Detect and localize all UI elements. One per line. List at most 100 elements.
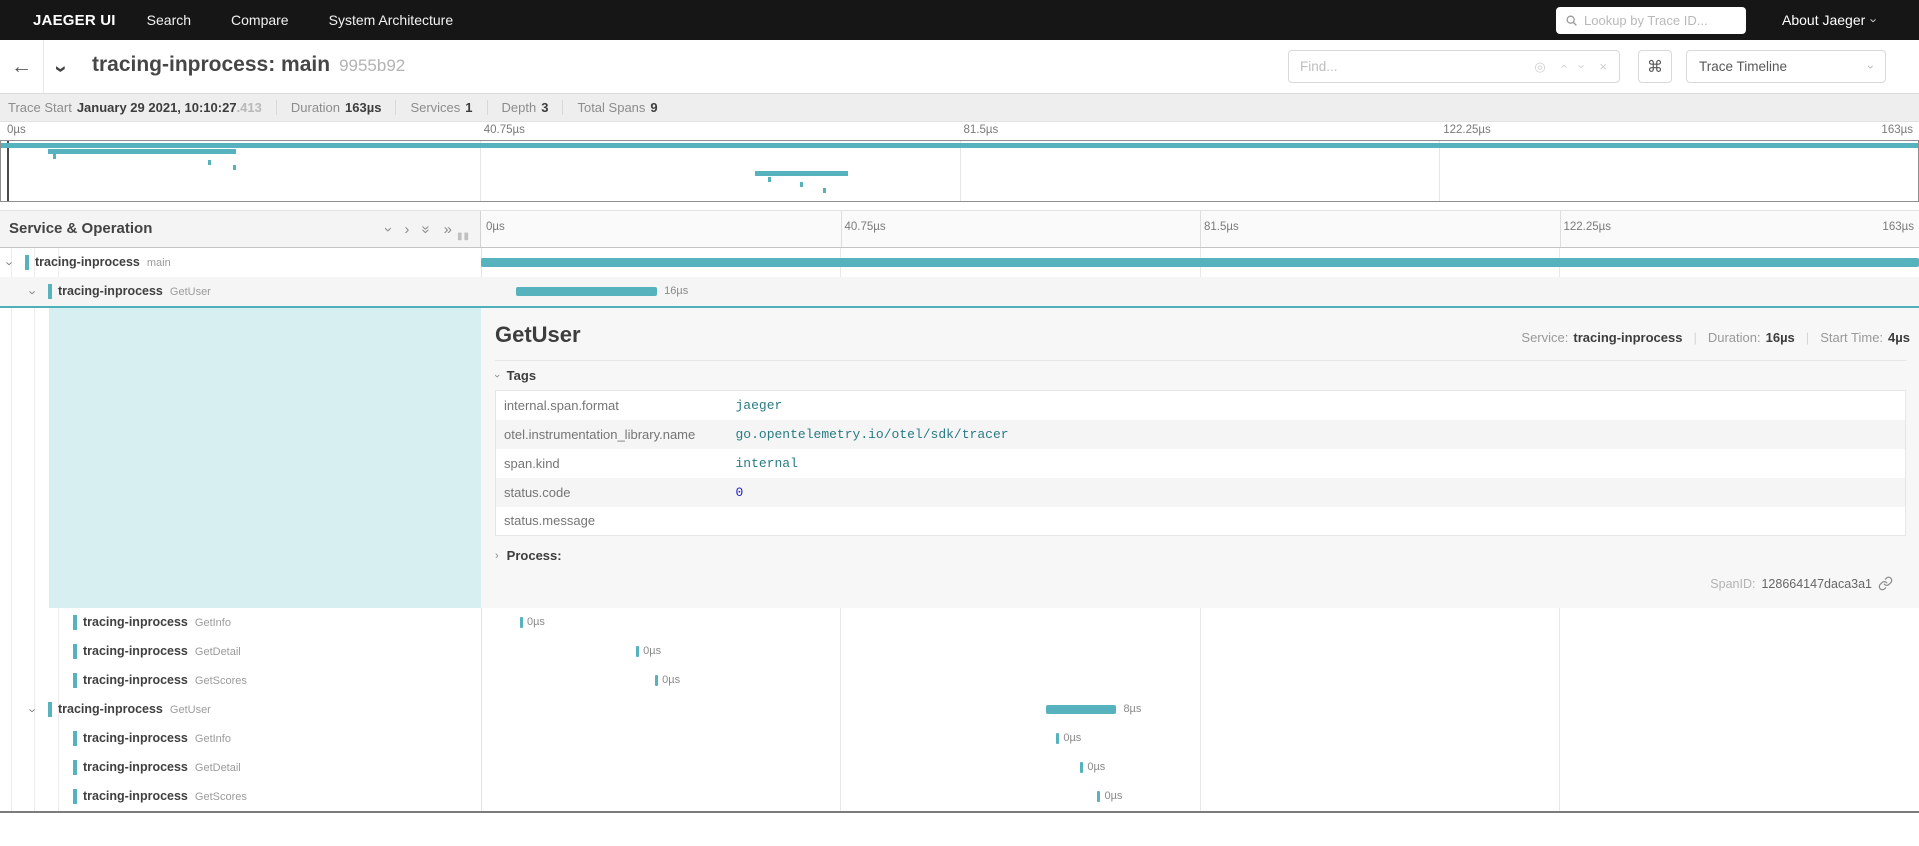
- span-duration-tick[interactable]: [1097, 791, 1100, 802]
- span-row[interactable]: tracing-inprocessGetInfo0µs: [0, 724, 1919, 753]
- axis-tick-label: 122.25µs: [1443, 124, 1491, 136]
- meta-total-spans: Total Spans9: [562, 100, 671, 115]
- span-bar-area: 0µs: [481, 782, 1919, 811]
- trace-view-select[interactable]: Trace Timeline ›: [1686, 50, 1886, 83]
- span-bar-area: 8µs: [481, 695, 1919, 724]
- clear-find-icon[interactable]: ×: [1599, 60, 1607, 73]
- tag-row[interactable]: otel.instrumentation_library.namego.open…: [496, 420, 1906, 449]
- span-color-bar: [48, 702, 52, 717]
- span-duration-tick[interactable]: [1080, 762, 1083, 773]
- minimap-span: [755, 171, 848, 176]
- span-row[interactable]: tracing-inprocessGetDetail0µs: [0, 637, 1919, 666]
- expand-all-icon[interactable]: »: [444, 222, 452, 237]
- tags-section-header[interactable]: › Tags: [495, 368, 536, 383]
- span-operation-name: GetDetail: [195, 646, 241, 658]
- span-color-bar: [73, 731, 77, 746]
- trace-page-header: ← › tracing-inprocess: main9955b92 ◎ › ›…: [0, 40, 1919, 93]
- span-detail-body: GetUser Service:tracing-inprocess | Dura…: [481, 308, 1919, 608]
- span-row[interactable]: tracing-inprocessGetScores0µs: [0, 782, 1919, 811]
- minimap-span: [53, 154, 56, 159]
- minimap-axis: 0µs40.75µs81.5µs122.25µs163µs: [0, 122, 1919, 140]
- span-bar-area: 0µs: [481, 724, 1919, 753]
- find-input[interactable]: [1289, 59, 1522, 74]
- trace-toolbar: ◎ › › × ⌘ Trace Timeline ›: [1288, 50, 1886, 83]
- column-resize-handle[interactable]: ▮▮: [457, 231, 470, 242]
- collapse-one-icon[interactable]: ›: [381, 227, 396, 232]
- search-icon: [1565, 14, 1578, 27]
- minimap-span: [208, 160, 211, 165]
- back-button[interactable]: ←: [0, 40, 44, 93]
- span-duration-tick[interactable]: [1056, 733, 1059, 744]
- trace-id-lookup-input[interactable]: [1584, 13, 1734, 28]
- selected-span-strip[interactable]: [49, 308, 481, 608]
- span-toggle-chevron-icon[interactable]: ›: [3, 261, 18, 265]
- meta-duration: Duration163µs: [276, 100, 396, 115]
- copy-link-icon[interactable]: [1878, 576, 1893, 591]
- minimap-span: [823, 188, 826, 193]
- focus-match-icon[interactable]: ◎: [1534, 60, 1545, 73]
- span-service-name: tracing-inprocessGetDetail: [83, 760, 241, 774]
- chevron-down-icon: ›: [491, 374, 503, 378]
- span-duration-bar[interactable]: [516, 287, 657, 296]
- keyboard-shortcuts-button[interactable]: ⌘: [1638, 50, 1672, 83]
- tag-row[interactable]: span.kindinternal: [496, 449, 1906, 478]
- tag-key: span.kind: [496, 449, 728, 478]
- tag-row[interactable]: status.code0: [496, 478, 1906, 507]
- expand-one-icon[interactable]: ›: [404, 222, 409, 237]
- span-color-bar: [73, 789, 77, 804]
- tag-row[interactable]: status.message: [496, 507, 1906, 536]
- span-operation-name: GetInfo: [195, 733, 231, 745]
- span-service-name: tracing-inprocessGetScores: [83, 673, 247, 687]
- axis-tick-label: 122.25µs: [1564, 221, 1612, 233]
- chevron-right-icon: ›: [495, 550, 499, 562]
- span-id-value: 128664147daca3a1: [1761, 577, 1872, 591]
- span-row[interactable]: ›tracing-inprocessmain: [0, 248, 1919, 277]
- span-row[interactable]: tracing-inprocessGetInfo0µs: [0, 608, 1919, 637]
- collapse-all-icon[interactable]: »: [419, 225, 434, 233]
- span-row[interactable]: ›tracing-inprocessGetUser16µs: [0, 277, 1919, 306]
- span-duration-tick[interactable]: [636, 646, 639, 657]
- axis-tick-label: 40.75µs: [845, 221, 886, 233]
- minimap-span: [48, 149, 236, 154]
- jaeger-logo[interactable]: JAEGER UI: [33, 12, 116, 29]
- find-controls: ◎ › › ×: [1522, 60, 1619, 73]
- next-match-icon[interactable]: ›: [1576, 64, 1589, 68]
- span-duration-label: 8µs: [1123, 703, 1141, 715]
- indent-guide: [11, 308, 12, 608]
- collapse-trace-chevron-icon[interactable]: ›: [49, 65, 75, 72]
- about-jaeger-menu[interactable]: About Jaeger ›: [1782, 0, 1877, 40]
- minimap-span: [233, 165, 236, 170]
- minimap-gridline: [1439, 141, 1440, 201]
- span-toggle-chevron-icon[interactable]: ›: [26, 708, 41, 712]
- span-bar-area: 0µs: [481, 753, 1919, 782]
- tags-table: internal.span.formatjaegerotel.instrumen…: [495, 390, 1906, 536]
- span-duration-tick[interactable]: [655, 675, 658, 686]
- axis-tick-line: [841, 211, 842, 247]
- span-duration-tick[interactable]: [520, 617, 523, 628]
- minimap-scrubber-left-handle[interactable]: [7, 141, 9, 201]
- tag-value: 0: [728, 478, 1906, 507]
- meta-trace-start: Trace StartJanuary 29 2021, 10:10:27.413: [8, 100, 276, 115]
- span-row[interactable]: tracing-inprocessGetScores 0µs: [0, 666, 1919, 695]
- span-toggle-chevron-icon[interactable]: ›: [26, 290, 41, 294]
- nav-item-search[interactable]: Search: [147, 12, 191, 28]
- tag-row[interactable]: internal.span.formatjaeger: [496, 391, 1906, 420]
- span-service-name: tracing-inprocessGetInfo: [83, 615, 231, 629]
- span-bar-area: 0µs: [481, 666, 1919, 695]
- tag-value: internal: [728, 449, 1906, 478]
- span-duration-bar[interactable]: [481, 258, 1919, 267]
- span-duration-bar[interactable]: [1046, 705, 1116, 714]
- span-row[interactable]: tracing-inprocessGetDetail 0µs: [0, 753, 1919, 782]
- minimap-canvas[interactable]: [0, 140, 1919, 202]
- span-color-bar: [73, 644, 77, 659]
- indent-guide: [34, 308, 35, 608]
- span-service-name: tracing-inprocessGetUser: [58, 284, 211, 298]
- span-operation-name: GetScores: [195, 791, 247, 803]
- process-section-header[interactable]: › Process:: [495, 548, 562, 563]
- span-operation-name: GetInfo: [195, 617, 231, 629]
- span-row[interactable]: ›tracing-inprocessGetUser8µs: [0, 695, 1919, 724]
- nav-item-compare[interactable]: Compare: [231, 12, 289, 28]
- trace-id-short: 9955b92: [339, 56, 405, 75]
- prev-match-icon[interactable]: ›: [1556, 64, 1569, 68]
- nav-item-system-architecture[interactable]: System Architecture: [329, 12, 454, 28]
